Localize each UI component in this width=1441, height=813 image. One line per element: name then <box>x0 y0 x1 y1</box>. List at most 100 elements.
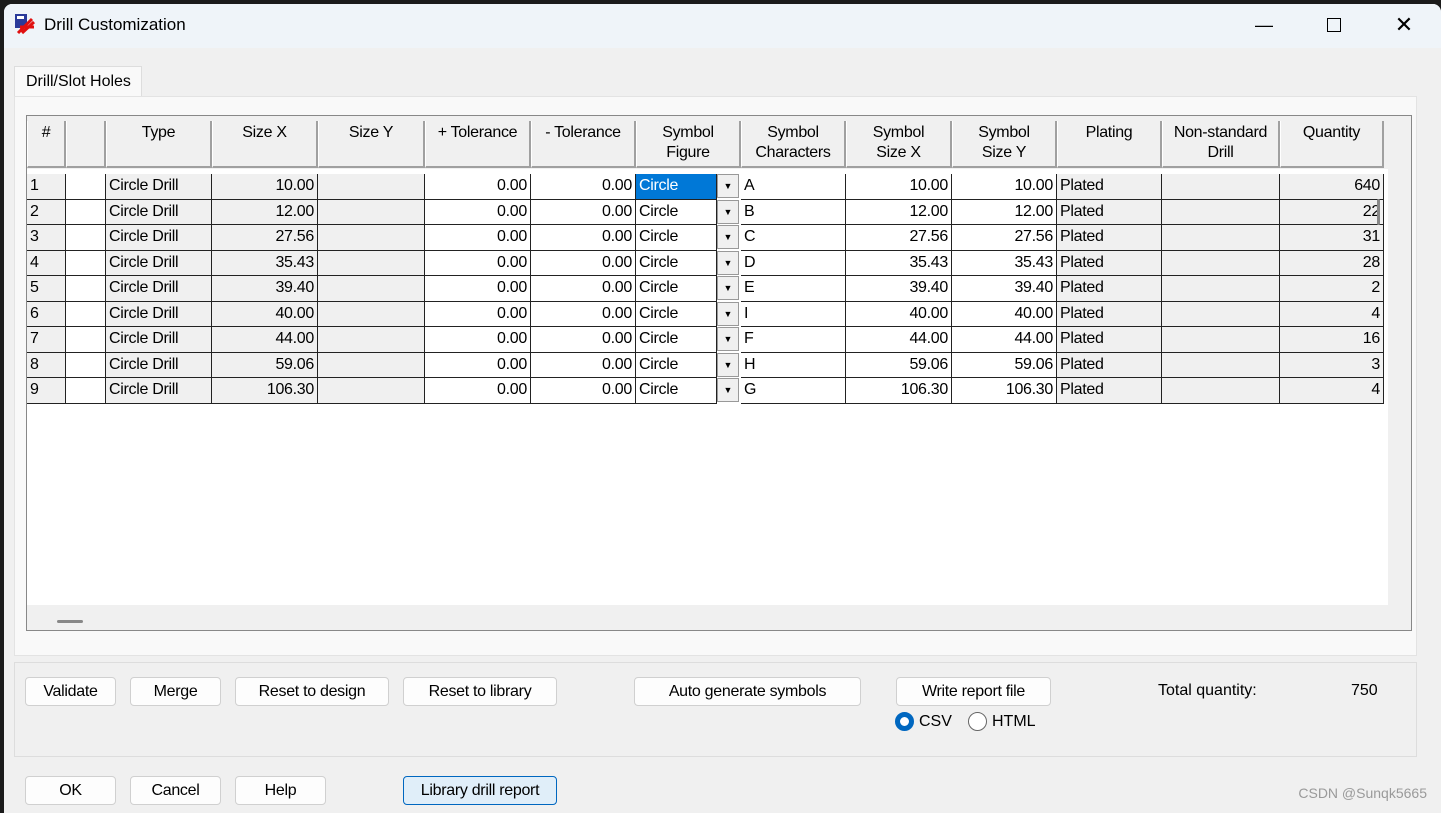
column-header-minus-tolerance[interactable]: - Tolerance <box>531 121 636 168</box>
cell-minus-tolerance[interactable]: 0.00 <box>531 250 636 276</box>
cancel-button[interactable]: Cancel <box>130 776 221 805</box>
cell-minus-tolerance[interactable]: 0.00 <box>531 174 636 200</box>
column-header-size-x[interactable]: Size X <box>212 121 318 168</box>
cell-plus-tolerance[interactable]: 0.00 <box>425 378 531 404</box>
cell-symbol-size-x[interactable]: 44.00 <box>846 327 952 353</box>
column-header-symbol-size-x[interactable]: Symbol Size X <box>846 121 952 168</box>
cell-symbol-characters[interactable]: E <box>741 276 846 302</box>
cell-symbol-figure[interactable]: Circle <box>636 225 717 251</box>
column-header-symbol-figure[interactable]: Symbol Figure <box>636 121 741 168</box>
vertical-scrollbar[interactable] <box>1377 199 1380 225</box>
column-header-symbol-characters[interactable]: Symbol Characters <box>741 121 846 168</box>
column-header-symbol-size-y[interactable]: Symbol Size Y <box>952 121 1057 168</box>
cell-blank[interactable] <box>66 199 106 225</box>
cell-symbol-characters[interactable]: G <box>741 378 846 404</box>
column-header-plating[interactable]: Plating <box>1057 121 1162 168</box>
write-report-file-button[interactable]: Write report file <box>896 677 1051 706</box>
column-header-plus-tolerance[interactable]: + Tolerance <box>425 121 531 168</box>
column-header-non-standard-drill[interactable]: Non-standard Drill <box>1162 121 1280 168</box>
cell-minus-tolerance[interactable]: 0.00 <box>531 199 636 225</box>
cell-minus-tolerance[interactable]: 0.00 <box>531 301 636 327</box>
dropdown-arrow-icon[interactable]: ▼ <box>717 327 739 351</box>
cell-symbol-figure[interactable]: Circle <box>636 327 717 353</box>
cell-plus-tolerance[interactable]: 0.00 <box>425 276 531 302</box>
dropdown-arrow-icon[interactable]: ▼ <box>717 301 739 326</box>
cell-blank[interactable] <box>66 225 106 251</box>
minimize-button[interactable]: — <box>1241 10 1287 40</box>
cell-plus-tolerance[interactable]: 0.00 <box>425 352 531 378</box>
cell-symbol-figure[interactable]: Circle <box>636 378 717 404</box>
cell-plus-tolerance[interactable]: 0.00 <box>425 301 531 327</box>
cell-symbol-figure[interactable]: Circle <box>636 301 717 327</box>
dropdown-arrow-icon[interactable]: ▼ <box>717 225 739 249</box>
dropdown-arrow-icon[interactable]: ▼ <box>717 174 739 198</box>
cell-symbol-size-x[interactable]: 39.40 <box>846 276 952 302</box>
cell-symbol-size-y[interactable]: 12.00 <box>952 199 1057 225</box>
cell-blank[interactable] <box>66 276 106 302</box>
cell-symbol-size-x[interactable]: 12.00 <box>846 199 952 225</box>
cell-minus-tolerance[interactable]: 0.00 <box>531 225 636 251</box>
cell-symbol-size-x[interactable]: 35.43 <box>846 250 952 276</box>
cell-blank[interactable] <box>66 301 106 327</box>
dropdown-arrow-icon[interactable]: ▼ <box>717 352 739 377</box>
cell-symbol-figure[interactable]: Circle <box>636 276 717 302</box>
validate-button[interactable]: Validate <box>25 677 116 706</box>
cell-symbol-characters[interactable]: H <box>741 352 846 378</box>
cell-plus-tolerance[interactable]: 0.00 <box>425 225 531 251</box>
cell-symbol-size-x[interactable]: 106.30 <box>846 378 952 404</box>
dropdown-arrow-icon[interactable]: ▼ <box>717 250 739 275</box>
column-header-num[interactable]: # <box>27 121 66 168</box>
column-header-blank[interactable] <box>66 121 106 168</box>
help-button[interactable]: Help <box>235 776 326 805</box>
cell-plus-tolerance[interactable]: 0.00 <box>425 174 531 200</box>
column-header-quantity[interactable]: Quantity <box>1280 121 1384 168</box>
cell-symbol-size-x[interactable]: 40.00 <box>846 301 952 327</box>
reset-to-design-button[interactable]: Reset to design <box>235 677 389 706</box>
csv-radio[interactable]: CSV <box>895 712 952 731</box>
cell-symbol-size-y[interactable]: 10.00 <box>952 174 1057 200</box>
cell-blank[interactable] <box>66 327 106 353</box>
cell-plus-tolerance[interactable]: 0.00 <box>425 327 531 353</box>
cell-symbol-size-x[interactable]: 10.00 <box>846 174 952 200</box>
cell-symbol-size-y[interactable]: 35.43 <box>952 250 1057 276</box>
maximize-button[interactable] <box>1311 10 1357 40</box>
cell-symbol-characters[interactable]: I <box>741 301 846 327</box>
cell-blank[interactable] <box>66 352 106 378</box>
column-header-type[interactable]: Type <box>106 121 212 168</box>
cell-symbol-characters[interactable]: F <box>741 327 846 353</box>
dropdown-arrow-icon[interactable]: ▼ <box>717 199 739 224</box>
cell-blank[interactable] <box>66 378 106 404</box>
column-header-size-y[interactable]: Size Y <box>318 121 425 168</box>
cell-minus-tolerance[interactable]: 0.00 <box>531 276 636 302</box>
merge-button[interactable]: Merge <box>130 677 221 706</box>
cell-minus-tolerance[interactable]: 0.00 <box>531 378 636 404</box>
cell-symbol-size-y[interactable]: 106.30 <box>952 378 1057 404</box>
dropdown-arrow-icon[interactable]: ▼ <box>717 378 739 402</box>
cell-symbol-size-y[interactable]: 27.56 <box>952 225 1057 251</box>
cell-symbol-size-x[interactable]: 27.56 <box>846 225 952 251</box>
cell-symbol-size-y[interactable]: 40.00 <box>952 301 1057 327</box>
reset-to-library-button[interactable]: Reset to library <box>403 677 557 706</box>
ok-button[interactable]: OK <box>25 776 116 805</box>
cell-symbol-figure[interactable]: Circle <box>636 174 717 200</box>
cell-plus-tolerance[interactable]: 0.00 <box>425 250 531 276</box>
cell-symbol-characters[interactable]: C <box>741 225 846 251</box>
cell-symbol-size-y[interactable]: 39.40 <box>952 276 1057 302</box>
tab-drill-slot-holes[interactable]: Drill/Slot Holes <box>14 66 142 98</box>
cell-blank[interactable] <box>66 174 106 200</box>
cell-symbol-characters[interactable]: A <box>741 174 846 200</box>
cell-symbol-figure[interactable]: Circle <box>636 352 717 378</box>
cell-minus-tolerance[interactable]: 0.00 <box>531 327 636 353</box>
close-button[interactable]: ✕ <box>1381 10 1427 40</box>
cell-blank[interactable] <box>66 250 106 276</box>
cell-symbol-figure[interactable]: Circle <box>636 199 717 225</box>
dropdown-arrow-icon[interactable]: ▼ <box>717 276 739 300</box>
library-drill-report-button[interactable]: Library drill report <box>403 776 557 805</box>
cell-plus-tolerance[interactable]: 0.00 <box>425 199 531 225</box>
cell-symbol-size-y[interactable]: 44.00 <box>952 327 1057 353</box>
cell-symbol-size-y[interactable]: 59.06 <box>952 352 1057 378</box>
auto-generate-symbols-button[interactable]: Auto generate symbols <box>634 677 861 706</box>
horizontal-scrollbar[interactable] <box>57 620 83 623</box>
cell-minus-tolerance[interactable]: 0.00 <box>531 352 636 378</box>
html-radio[interactable]: HTML <box>968 712 1036 731</box>
